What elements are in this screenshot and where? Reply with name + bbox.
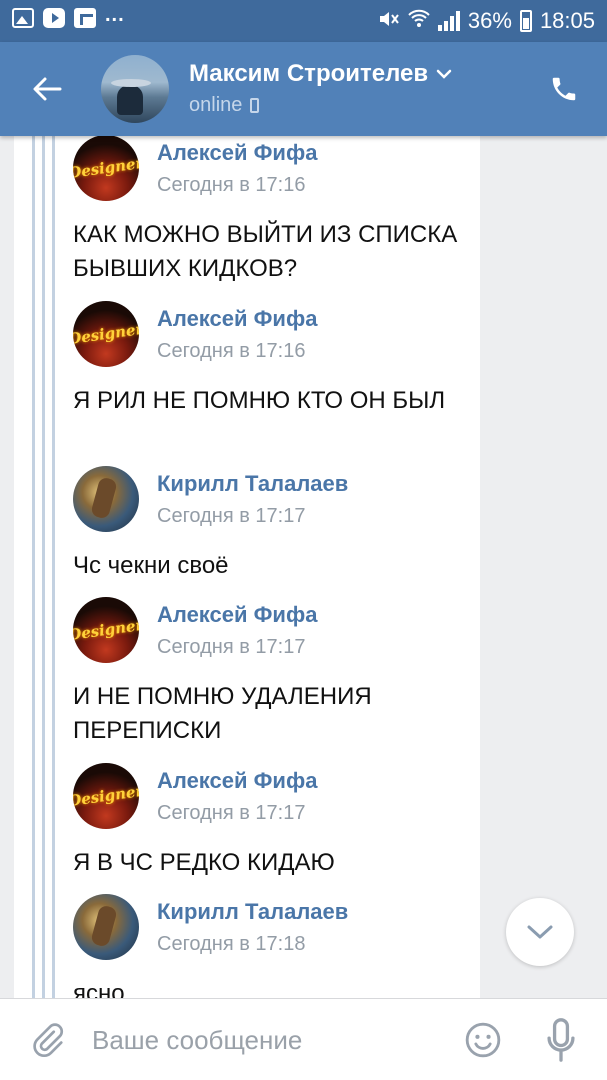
message-text: Я В ЧС РЕДКО КИДАЮ [73, 849, 335, 876]
scroll-down-button[interactable] [506, 898, 574, 966]
contact-name: Максим Строителев [189, 60, 429, 87]
status-bar-system: 36% 18:05 [378, 8, 595, 34]
mobile-icon [250, 98, 260, 113]
author-name[interactable]: Алексей Фифа [157, 602, 317, 628]
message-text: Я РИЛ НЕ ПОМНЮ КТО ОН БЫЛ [73, 387, 446, 414]
emoji-button[interactable] [460, 1017, 506, 1063]
contact-title[interactable]: Максим Строителев [189, 60, 452, 88]
flipboard-icon [74, 8, 96, 28]
paperclip-icon [33, 1023, 64, 1058]
message-time: Сегодня в 17:17 [157, 636, 306, 658]
message-time: Сегодня в 17:16 [157, 340, 306, 362]
contact-avatar[interactable] [101, 55, 169, 123]
message-text: ясно [73, 980, 125, 998]
message-text: И НЕ ПОМНЮ УДАЛЕНИЯ ПЕРЕПИСКИ [73, 683, 372, 744]
status-bar: ... 36% 18:05 [0, 0, 607, 42]
author-avatar[interactable] [73, 894, 139, 960]
signal-icon [437, 11, 460, 31]
author-name[interactable]: Алексей Фифа [157, 768, 317, 794]
message-input[interactable] [92, 1017, 432, 1063]
call-button[interactable] [541, 66, 587, 112]
battery-percent: 36% [467, 8, 512, 33]
youtube-icon [43, 8, 65, 28]
author-avatar[interactable]: Designer [73, 763, 139, 829]
phone-icon [552, 77, 576, 101]
more-notifications: ... [105, 3, 125, 26]
author-name[interactable]: Кирилл Талалаев [157, 899, 348, 925]
back-button[interactable] [26, 68, 68, 110]
author-name[interactable]: Алексей Фифа [157, 306, 317, 332]
chevron-down-icon [436, 69, 452, 79]
battery-icon [519, 10, 532, 32]
clock: 18:05 [539, 8, 595, 33]
status-bar-notifications: ... [12, 4, 125, 28]
message-area[interactable]: Designer Алексей Фифа Сегодня в 17:16 КА… [0, 136, 607, 998]
author-avatar[interactable]: Designer [73, 136, 139, 201]
author-avatar[interactable]: Designer [73, 597, 139, 663]
smiley-icon [465, 1022, 501, 1058]
message-time: Сегодня в 17:18 [157, 933, 306, 955]
author-avatar[interactable]: Designer [73, 301, 139, 367]
attach-button[interactable] [24, 1017, 70, 1063]
back-arrow-icon [33, 77, 62, 101]
contact-status: online [189, 94, 260, 117]
message-time: Сегодня в 17:16 [157, 174, 306, 196]
message-time: Сегодня в 17:17 [157, 505, 306, 527]
message-text: КАК МОЖНО ВЫЙТИ ИЗ СПИСКА БЫВШИХ КИДКОВ? [73, 221, 458, 282]
message-composer [0, 998, 607, 1080]
online-status: online [189, 94, 243, 116]
chat-header: Максим Строителев online [0, 42, 607, 136]
chevron-down-icon [527, 925, 553, 939]
author-name[interactable]: Алексей Фифа [157, 140, 317, 166]
author-name[interactable]: Кирилл Талалаев [157, 471, 348, 497]
author-avatar[interactable] [73, 466, 139, 532]
forward-line [42, 136, 45, 998]
forward-line [32, 136, 35, 998]
message-time: Сегодня в 17:17 [157, 802, 306, 824]
gallery-icon [12, 8, 34, 28]
message-text: Чс чекни своё [73, 552, 229, 579]
microphone-icon [547, 1018, 575, 1062]
voice-message-button[interactable] [538, 1015, 584, 1065]
forward-line [52, 136, 55, 998]
mute-icon [378, 9, 400, 34]
wifi-icon [408, 8, 430, 34]
